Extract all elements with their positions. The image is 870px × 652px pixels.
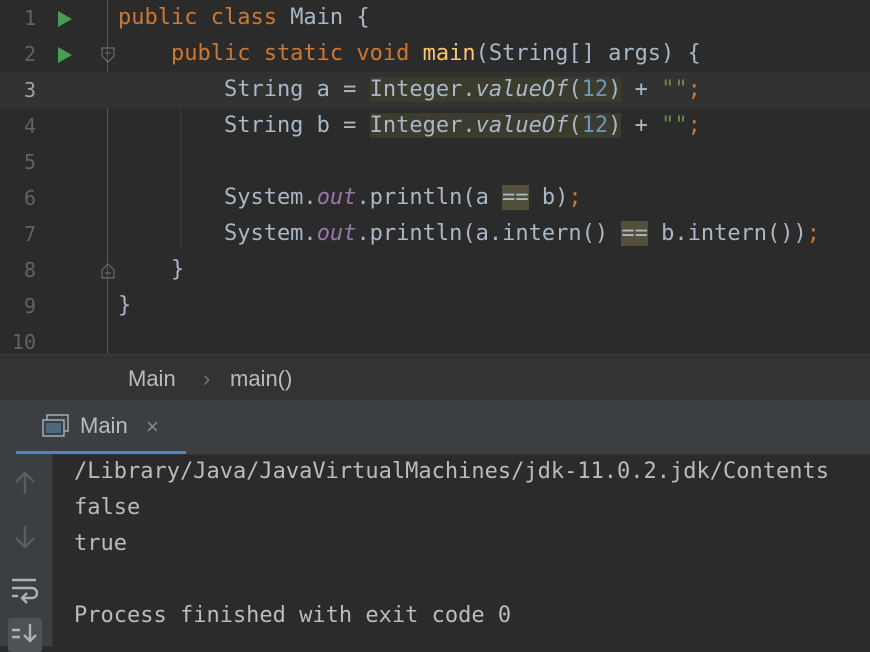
code-token: ==: [502, 185, 529, 210]
scroll-to-end-icon[interactable]: [8, 618, 42, 652]
line-number: 4: [23, 114, 36, 138]
code-token: Main {: [290, 5, 370, 30]
code-token: b): [528, 185, 569, 210]
fold-marker-icon[interactable]: [101, 47, 115, 63]
code-token: 12: [581, 77, 609, 102]
code-text: String b = Integer.valueOf(12) + "";: [118, 108, 701, 144]
tab-run-main[interactable]: Main ×: [16, 400, 186, 454]
code-token: .println(a: [356, 185, 503, 210]
code-text: System.out.println(a == b);: [118, 180, 582, 216]
code-line-9[interactable]: 9 }: [0, 288, 870, 324]
code-token: ): [608, 113, 622, 138]
line-number: 1: [23, 6, 36, 30]
run-tab-bar: Main ×: [0, 400, 870, 455]
close-icon[interactable]: ×: [146, 416, 159, 438]
code-token: System.: [118, 221, 317, 246]
code-token: valueOf: [475, 77, 569, 102]
code-text: String a = Integer.valueOf(12) + "";: [118, 72, 701, 108]
code-token: String b =: [118, 113, 370, 138]
console-line: Process finished with exit code 0: [74, 603, 512, 628]
code-token: ;: [806, 221, 821, 246]
code-line-5[interactable]: 5: [0, 144, 870, 180]
fold-marker-icon[interactable]: [101, 263, 115, 279]
code-token: (: [568, 113, 582, 138]
line-number: 8: [23, 258, 36, 282]
code-line-2[interactable]: 2 public static void main(String[] args)…: [0, 36, 870, 72]
code-text: public static void main(String[] args) {: [118, 36, 701, 72]
code-line-1[interactable]: 1 public class Main {: [0, 0, 870, 36]
console-window-icon: [42, 414, 69, 437]
line-number: 3: [23, 78, 36, 102]
code-line-8[interactable]: 8 }: [0, 252, 870, 288]
code-token: ;: [568, 185, 582, 210]
code-token: public class: [118, 5, 291, 30]
code-token: (String[] args) {: [475, 41, 701, 66]
code-token: .println(a.intern(): [356, 221, 622, 246]
code-text: }: [118, 288, 131, 324]
breadcrumb: Main › main(): [0, 354, 870, 401]
code-token: Integer.: [369, 77, 476, 102]
console-line: /Library/Java/JavaVirtualMachines/jdk-11…: [74, 459, 829, 484]
code-text: public class Main {: [118, 0, 370, 36]
line-number: 2: [23, 42, 36, 66]
arrow-up-icon[interactable]: [8, 466, 42, 500]
code-editor[interactable]: 1 public class Main { 2 public static vo…: [0, 0, 870, 354]
code-token: (: [568, 77, 582, 102]
line-number: 7: [23, 222, 36, 246]
line-number: 6: [23, 186, 36, 210]
code-text: }: [118, 252, 184, 288]
code-token: +: [621, 77, 662, 102]
code-token: ==: [621, 221, 648, 246]
code-line-6[interactable]: 6 System.out.println(a == b);: [0, 180, 870, 216]
soft-wrap-icon[interactable]: [8, 572, 42, 606]
breadcrumb-item-method[interactable]: main(): [230, 366, 292, 392]
run-triangle-icon[interactable]: [57, 46, 73, 64]
breadcrumb-item-class[interactable]: Main: [128, 366, 176, 392]
code-line-10[interactable]: 10: [0, 324, 870, 354]
code-token: public static void: [118, 41, 423, 66]
code-text: System.out.println(a.intern() == b.inter…: [118, 216, 820, 252]
code-token: "": [661, 113, 688, 138]
code-token: Integer.: [369, 113, 476, 138]
tab-label: Main: [80, 413, 128, 438]
console-line: false: [74, 495, 141, 520]
code-line-4[interactable]: 4 String b = Integer.valueOf(12) + "";: [0, 108, 870, 144]
code-token: }: [118, 257, 185, 282]
code-token: }: [118, 293, 132, 318]
console-output[interactable]: /Library/Java/JavaVirtualMachines/jdk-11…: [74, 454, 870, 646]
code-token: System.: [118, 185, 317, 210]
code-token: "": [661, 77, 688, 102]
code-token: ;: [687, 77, 701, 102]
code-token: main: [422, 41, 476, 66]
code-line-7[interactable]: 7 System.out.println(a.intern() == b.int…: [0, 216, 870, 252]
line-number: 5: [23, 150, 36, 174]
code-token: out: [316, 221, 357, 246]
code-token: ;: [687, 113, 701, 138]
code-token: 12: [581, 113, 609, 138]
console-line: true: [74, 531, 127, 556]
code-token: b.intern()): [647, 221, 807, 246]
line-number: 10: [11, 330, 36, 354]
run-tool-window: Main × /Library/Java/JavaVirtualMachines…: [0, 400, 870, 652]
code-line-3[interactable]: 3 String a = Integer.valueOf(12) + "";: [0, 72, 870, 108]
code-token: valueOf: [475, 113, 569, 138]
line-number: 9: [23, 294, 36, 318]
run-side-toolbar: [0, 454, 53, 652]
breadcrumb-separator: ›: [203, 366, 211, 391]
code-token: +: [621, 113, 662, 138]
code-token: out: [316, 185, 357, 210]
code-token: String a =: [118, 77, 370, 102]
arrow-down-icon[interactable]: [8, 520, 42, 554]
code-token: ): [608, 77, 622, 102]
run-triangle-icon[interactable]: [57, 10, 73, 28]
